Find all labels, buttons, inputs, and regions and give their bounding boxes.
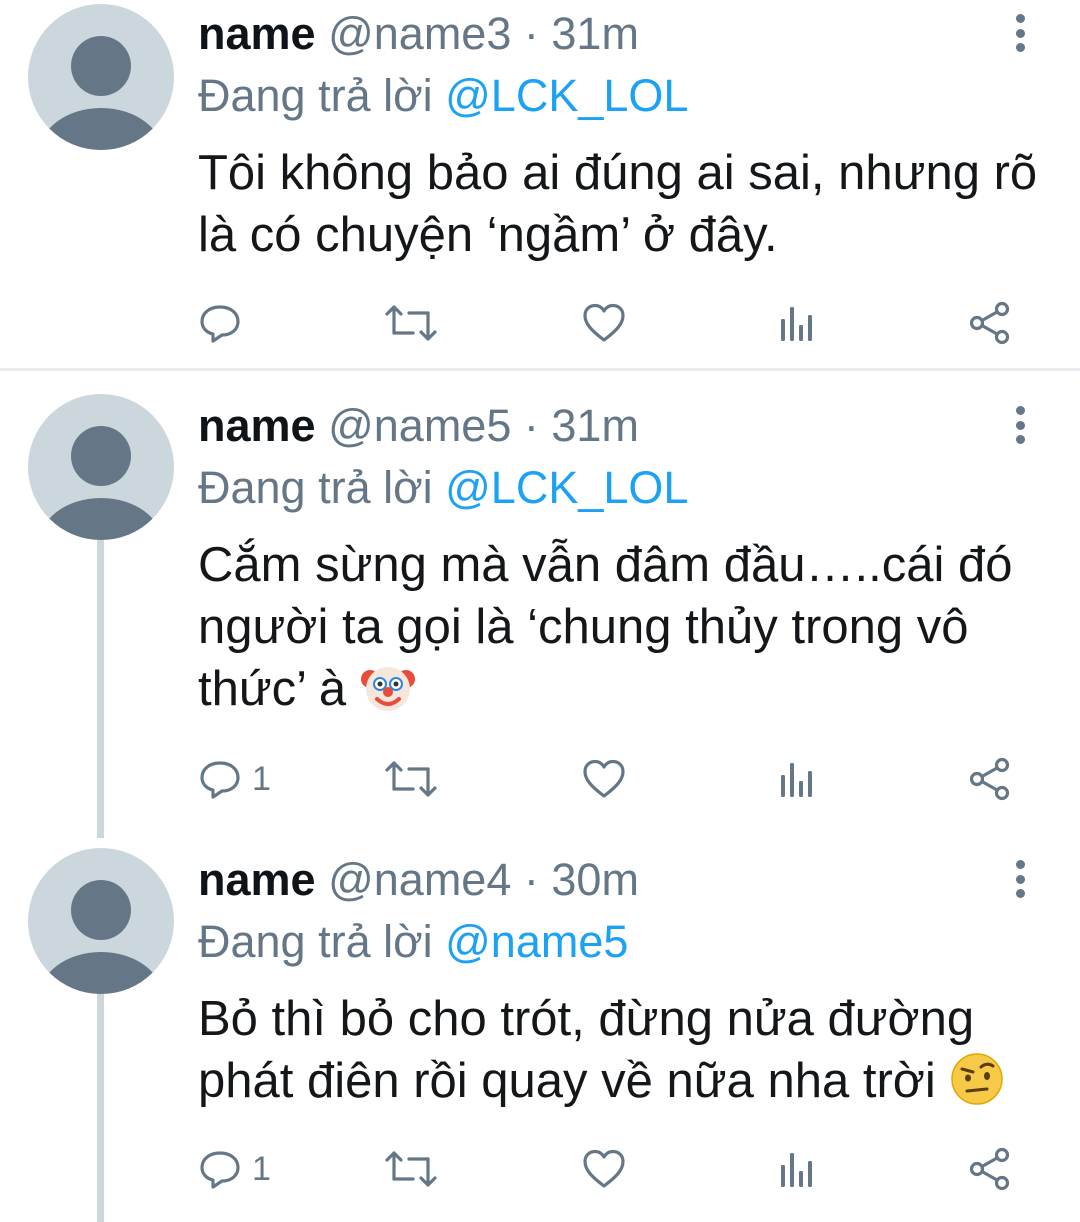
tweet-header: name @name3 · 31m	[198, 6, 639, 62]
like-button[interactable]	[582, 298, 626, 348]
analytics-button[interactable]	[778, 754, 818, 804]
analytics-icon	[781, 763, 812, 797]
reply-mention[interactable]: @LCK_LOL	[445, 70, 688, 121]
timestamp[interactable]: 30m	[551, 854, 639, 905]
timestamp[interactable]: 31m	[551, 8, 639, 59]
like-icon	[583, 1149, 625, 1188]
display-name[interactable]: name	[198, 400, 316, 451]
reply-button[interactable]: 1	[198, 754, 271, 804]
reply-count: 1	[252, 759, 271, 798]
reply-prefix: Đang trả lời	[198, 70, 433, 121]
display-name[interactable]: name	[198, 854, 316, 905]
share-button[interactable]	[968, 1144, 1012, 1194]
like-button[interactable]	[582, 1144, 626, 1194]
clown-face-emoji	[360, 667, 415, 711]
tweet-text: Tôi không bảo ai đúng ai sai, nhưng rõ l…	[198, 142, 1048, 266]
tweet-header: name @name5 · 31m	[198, 398, 639, 454]
like-button[interactable]	[582, 754, 626, 804]
analytics-icon	[781, 307, 812, 341]
reply-icon	[200, 761, 240, 799]
analytics-icon	[781, 1153, 812, 1187]
reply-mention[interactable]: @name5	[445, 916, 628, 967]
avatar[interactable]	[28, 394, 174, 540]
reply-prefix: Đang trả lời	[198, 916, 433, 967]
divider	[0, 368, 1080, 371]
tweet-text: Bỏ thì bỏ cho trót, đừng nửa đường phát …	[198, 988, 1048, 1112]
analytics-button[interactable]	[778, 1144, 818, 1194]
separator-dot: ·	[523, 8, 539, 59]
analytics-button[interactable]	[778, 298, 818, 348]
reply-context: Đang trả lời @LCK_LOL	[198, 68, 688, 124]
reply-button[interactable]: 1	[198, 1144, 271, 1194]
retweet-button[interactable]	[385, 1144, 437, 1194]
share-icon	[969, 1147, 1010, 1191]
share-button[interactable]	[968, 754, 1012, 804]
tweet[interactable]: name @name3 · 31m Đang trả lời @LCK_LOL …	[0, 0, 1080, 368]
reply-icon	[200, 305, 240, 343]
retweet-button[interactable]	[385, 754, 437, 804]
separator-dot: ·	[523, 400, 539, 451]
reply-count: 1	[252, 1149, 271, 1188]
reply-icon	[200, 1151, 240, 1189]
handle[interactable]: @name5	[328, 400, 511, 451]
tweet-text-content: Bỏ thì bỏ cho trót, đừng nửa đường phát …	[198, 992, 975, 1108]
more-options-icon[interactable]	[1005, 8, 1035, 58]
display-name[interactable]: name	[198, 8, 316, 59]
tweet-actions: 1	[198, 1144, 1018, 1194]
retweet-icon	[385, 305, 437, 341]
reply-context: Đang trả lời @name5	[198, 914, 628, 970]
timestamp[interactable]: 31m	[551, 400, 639, 451]
like-icon	[583, 303, 625, 342]
handle[interactable]: @name4	[328, 854, 511, 905]
share-icon	[969, 757, 1010, 801]
thread-line	[97, 538, 104, 838]
tweet-header: name @name4 · 30m	[198, 852, 639, 908]
tweet-text-content: Cắm sừng mà vẫn đâm đầu…..cái đó người t…	[198, 538, 1013, 716]
raised-eyebrow-face-emoji	[951, 1053, 1004, 1105]
tweet[interactable]: name @name5 · 31m Đang trả lời @LCK_LOL …	[0, 392, 1080, 838]
more-options-icon[interactable]	[1005, 400, 1035, 450]
reply-mention[interactable]: @LCK_LOL	[445, 462, 688, 513]
separator-dot: ·	[523, 854, 539, 905]
retweet-button[interactable]	[385, 298, 437, 348]
reply-context: Đang trả lời @LCK_LOL	[198, 460, 688, 516]
tweet-actions: 1	[198, 754, 1018, 804]
tweet-actions	[198, 298, 1018, 348]
thread-line	[97, 992, 104, 1222]
tweet[interactable]: name @name4 · 30m Đang trả lời @name5 Bỏ…	[0, 846, 1080, 1222]
more-options-icon[interactable]	[1005, 854, 1035, 904]
like-icon	[583, 759, 625, 798]
retweet-icon	[385, 761, 437, 797]
handle[interactable]: @name3	[328, 8, 511, 59]
avatar[interactable]	[28, 4, 174, 150]
reply-button[interactable]	[198, 298, 252, 348]
share-button[interactable]	[968, 298, 1012, 348]
retweet-icon	[385, 1151, 437, 1187]
share-icon	[969, 301, 1010, 345]
reply-prefix: Đang trả lời	[198, 462, 433, 513]
avatar[interactable]	[28, 848, 174, 994]
tweet-text-content: Tôi không bảo ai đúng ai sai, nhưng rõ l…	[198, 146, 1038, 262]
tweet-text: Cắm sừng mà vẫn đâm đầu…..cái đó người t…	[198, 534, 1048, 720]
